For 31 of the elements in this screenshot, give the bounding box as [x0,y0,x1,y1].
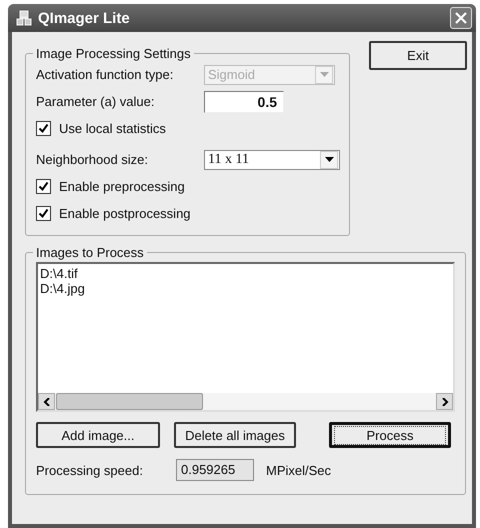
window-title: QImager Lite [38,10,131,26]
dropdown[interactable]: 11 x 11 [204,150,340,170]
checkbox[interactable] [36,206,51,221]
action-button[interactable]: Add image... [36,422,160,448]
app-icon [16,10,32,26]
field-label: Neighborhood size: [36,152,150,167]
list-item[interactable]: D:\4.jpg [40,281,451,296]
group-title: Images to Process [35,245,145,260]
exit-button[interactable]: Exit [369,41,467,70]
speed-unit: MPixel/Sec [266,462,332,478]
checkbox[interactable] [36,121,51,136]
action-button[interactable]: Process [329,422,451,448]
checkbox-label[interactable]: Use local statistics [59,121,166,136]
checkbox-label[interactable]: Enable preprocessing [59,179,185,194]
action-button[interactable]: Delete all images [174,422,296,448]
scroll-right-icon[interactable] [436,393,453,410]
group-title: Image Processing Settings [35,46,192,61]
horizontal-scrollbar[interactable] [38,393,453,410]
checkbox[interactable] [36,179,51,194]
speed-field: 0.959265 [176,459,254,481]
field-label: Parameter (a) value: [36,94,156,109]
speed-label: Processing speed: [36,462,144,478]
scroll-thumb[interactable] [56,393,203,410]
input-field[interactable]: 0.5 [204,90,284,112]
list-item[interactable]: D:\4.tif [40,266,451,281]
checkbox-label[interactable]: Enable postprocessing [59,206,191,221]
field-label: Activation function type: [36,67,174,82]
close-icon [454,11,468,25]
close-button[interactable] [450,7,472,29]
scroll-left-icon[interactable] [38,393,55,410]
image-list[interactable]: D:\4.tif D:\4.jpg [36,262,455,412]
